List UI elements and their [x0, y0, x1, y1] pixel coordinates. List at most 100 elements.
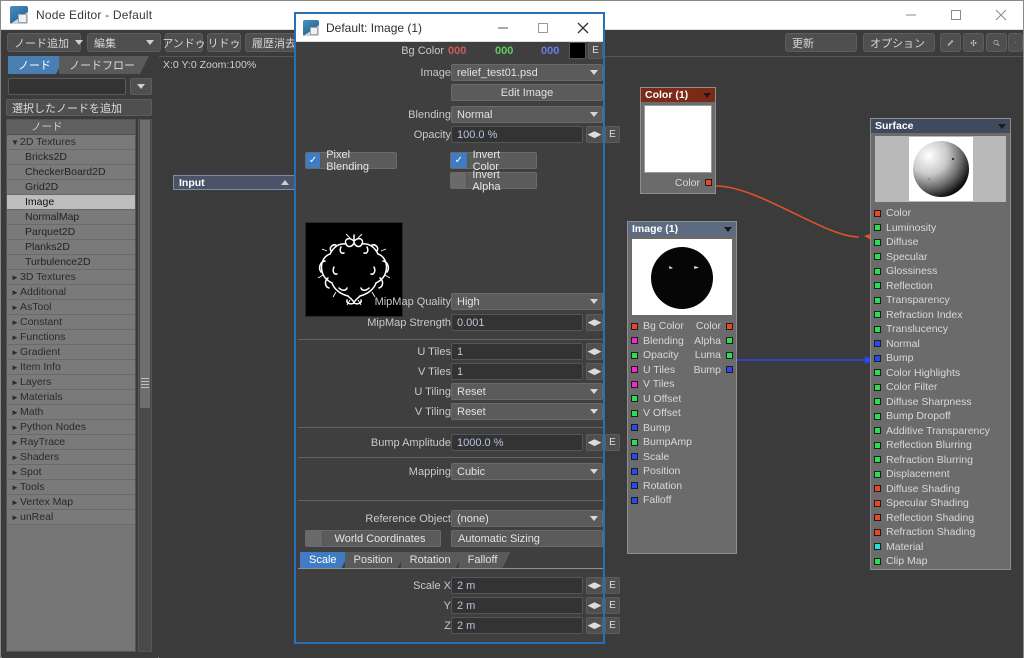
- scale-x-envelope-button[interactable]: E: [605, 577, 620, 594]
- port-dot-input[interactable]: [631, 337, 638, 345]
- port-dot-input[interactable]: [874, 557, 881, 565]
- bump-amplitude-input[interactable]: 1000.0 %: [451, 434, 583, 451]
- node-surface-input-port[interactable]: Additive Transparency: [871, 424, 1010, 439]
- port-dot-input[interactable]: [874, 383, 881, 391]
- port-dot-input[interactable]: [874, 499, 881, 507]
- node-surface-input-port[interactable]: Material: [871, 540, 1010, 555]
- node-surface-input-port[interactable]: Refraction Shading: [871, 525, 1010, 540]
- magnifier-icon[interactable]: [986, 33, 1007, 52]
- node-color-1[interactable]: Color (1) Color: [640, 87, 716, 194]
- node-surface-input-port[interactable]: Diffuse Sharpness: [871, 395, 1010, 410]
- chevron-right-icon[interactable]: ►: [11, 330, 20, 345]
- undo-button[interactable]: アンドゥ: [162, 33, 206, 52]
- node-image-input-port[interactable]: V Tiles: [631, 378, 675, 390]
- pen-icon[interactable]: [940, 33, 961, 52]
- edit-image-button[interactable]: Edit Image: [451, 84, 603, 101]
- minimize-icon[interactable]: [888, 1, 933, 30]
- node-surface-input-port[interactable]: Refraction Index: [871, 308, 1010, 323]
- node-image-output-port[interactable]: Bump: [694, 364, 733, 376]
- node-surface[interactable]: Surface Color Luminosity Diffuse Specula…: [870, 118, 1011, 570]
- tree-item-bricks2d[interactable]: Bricks2D: [7, 150, 135, 165]
- chevron-right-icon[interactable]: ►: [11, 345, 20, 360]
- bg-color-green-value[interactable]: 000: [495, 45, 513, 57]
- scale-z-stepper[interactable]: ◀▶: [586, 617, 603, 634]
- node-surface-input-port[interactable]: Color: [871, 206, 1010, 221]
- mipmap-strength-input[interactable]: 0.001: [451, 314, 583, 331]
- bg-color-blue-value[interactable]: 000: [541, 45, 559, 57]
- node-image-input-port[interactable]: Opacity: [631, 349, 679, 361]
- pixel-blending-checkbox[interactable]: ✓ Pixel Blending: [305, 149, 397, 173]
- tree-item-image[interactable]: Image: [7, 195, 135, 210]
- node-surface-input-port[interactable]: Diffuse: [871, 235, 1010, 250]
- port-dot-input[interactable]: [631, 467, 638, 475]
- node-image-input-port[interactable]: Rotation: [631, 480, 682, 492]
- node-surface-input-port[interactable]: Clip Map: [871, 554, 1010, 569]
- tree-item-planks2d[interactable]: Planks2D: [7, 240, 135, 255]
- scale-y-envelope-button[interactable]: E: [605, 597, 620, 614]
- bg-color-envelope-button[interactable]: E: [588, 42, 603, 59]
- chevron-right-icon[interactable]: ►: [11, 300, 20, 315]
- port-dot-input[interactable]: [631, 366, 638, 374]
- node-surface-header[interactable]: Surface: [871, 119, 1010, 133]
- node-image-input-port[interactable]: BumpAmp: [631, 436, 692, 448]
- node-surface-input-port[interactable]: Specular Shading: [871, 496, 1010, 511]
- node-surface-input-port[interactable]: Reflection Shading: [871, 511, 1010, 526]
- bump-amplitude-stepper[interactable]: ◀▶: [586, 434, 603, 451]
- chevron-right-icon[interactable]: ►: [11, 405, 20, 420]
- port-dot-input[interactable]: [631, 482, 638, 490]
- play-icon[interactable]: [1008, 33, 1023, 52]
- v-tiling-select[interactable]: Reset: [451, 403, 603, 420]
- port-dot-output[interactable]: [726, 366, 733, 374]
- port-dot-input[interactable]: [874, 485, 881, 493]
- port-dot-input[interactable]: [874, 427, 881, 435]
- node-image-1-header[interactable]: Image (1): [628, 222, 736, 236]
- node-surface-input-port[interactable]: Translucency: [871, 322, 1010, 337]
- port-dot-input[interactable]: [631, 453, 638, 461]
- dialog-maximize-icon[interactable]: [523, 14, 563, 42]
- node-image-input-port[interactable]: U Tiles: [631, 364, 675, 376]
- scale-x-stepper[interactable]: ◀▶: [586, 577, 603, 594]
- dialog-minimize-icon[interactable]: [483, 14, 523, 42]
- chevron-right-icon[interactable]: ►: [11, 480, 20, 495]
- node-image-output-port[interactable]: Color: [696, 320, 733, 332]
- redo-button[interactable]: リドゥ: [207, 33, 241, 52]
- scale-z-input[interactable]: 2 m: [451, 617, 583, 634]
- chevron-right-icon[interactable]: ►: [11, 420, 20, 435]
- node-surface-input-port[interactable]: Color Filter: [871, 380, 1010, 395]
- port-dot-input[interactable]: [631, 322, 638, 330]
- move-icon[interactable]: [963, 33, 984, 52]
- node-image-output-port[interactable]: Luma: [695, 349, 733, 361]
- input-node-collapsed[interactable]: Input: [173, 175, 295, 190]
- chevron-right-icon[interactable]: ►: [11, 315, 20, 330]
- node-image-input-port[interactable]: V Offset: [631, 407, 681, 419]
- port-dot-input[interactable]: [631, 438, 638, 446]
- mapping-select[interactable]: Cubic: [451, 463, 603, 480]
- node-image-input-port[interactable]: Bg Color: [631, 320, 684, 332]
- port-dot-output[interactable]: [726, 322, 733, 330]
- tree-item-astool[interactable]: ►AsTool: [7, 300, 135, 315]
- node-image-output-port[interactable]: Alpha: [694, 335, 733, 347]
- scale-y-input[interactable]: 2 m: [451, 597, 583, 614]
- tree-item-checkerboard2d[interactable]: CheckerBoard2D: [7, 165, 135, 180]
- update-button[interactable]: 更新: [785, 33, 857, 52]
- chevron-down-icon[interactable]: ▼: [11, 135, 20, 150]
- node-tree[interactable]: ノード ▼2D Textures Bricks2D CheckerBoard2D Gr…: [6, 119, 136, 652]
- node-image-input-port[interactable]: U Offset: [631, 393, 681, 405]
- bump-amplitude-envelope-button[interactable]: E: [605, 434, 620, 451]
- chevron-right-icon[interactable]: ►: [11, 270, 20, 285]
- port-dot-input[interactable]: [874, 398, 881, 406]
- node-image-1[interactable]: Image (1) Bg Color Color Blending Alpha Opac…: [627, 221, 737, 554]
- image-properties-dialog[interactable]: Default: Image (1) Bg Color 000 000 000: [294, 12, 620, 644]
- port-dot-input[interactable]: [874, 369, 881, 377]
- mipmap-quality-select[interactable]: High: [451, 293, 603, 310]
- node-surface-input-port[interactable]: Reflection: [871, 279, 1010, 294]
- node-surface-input-port[interactable]: Reflection Blurring: [871, 438, 1010, 453]
- options-button[interactable]: オプション: [863, 33, 935, 52]
- node-surface-input-port[interactable]: Bump: [871, 351, 1010, 366]
- search-input[interactable]: [8, 78, 126, 95]
- chevron-down-icon[interactable]: [998, 123, 1006, 129]
- v-tiles-input[interactable]: 1: [451, 363, 583, 380]
- invert-color-checkbox[interactable]: ✓ Invert Color: [450, 149, 537, 173]
- node-color-1-output-color[interactable]: Color: [641, 176, 715, 189]
- tree-scrollbar[interactable]: [138, 119, 152, 652]
